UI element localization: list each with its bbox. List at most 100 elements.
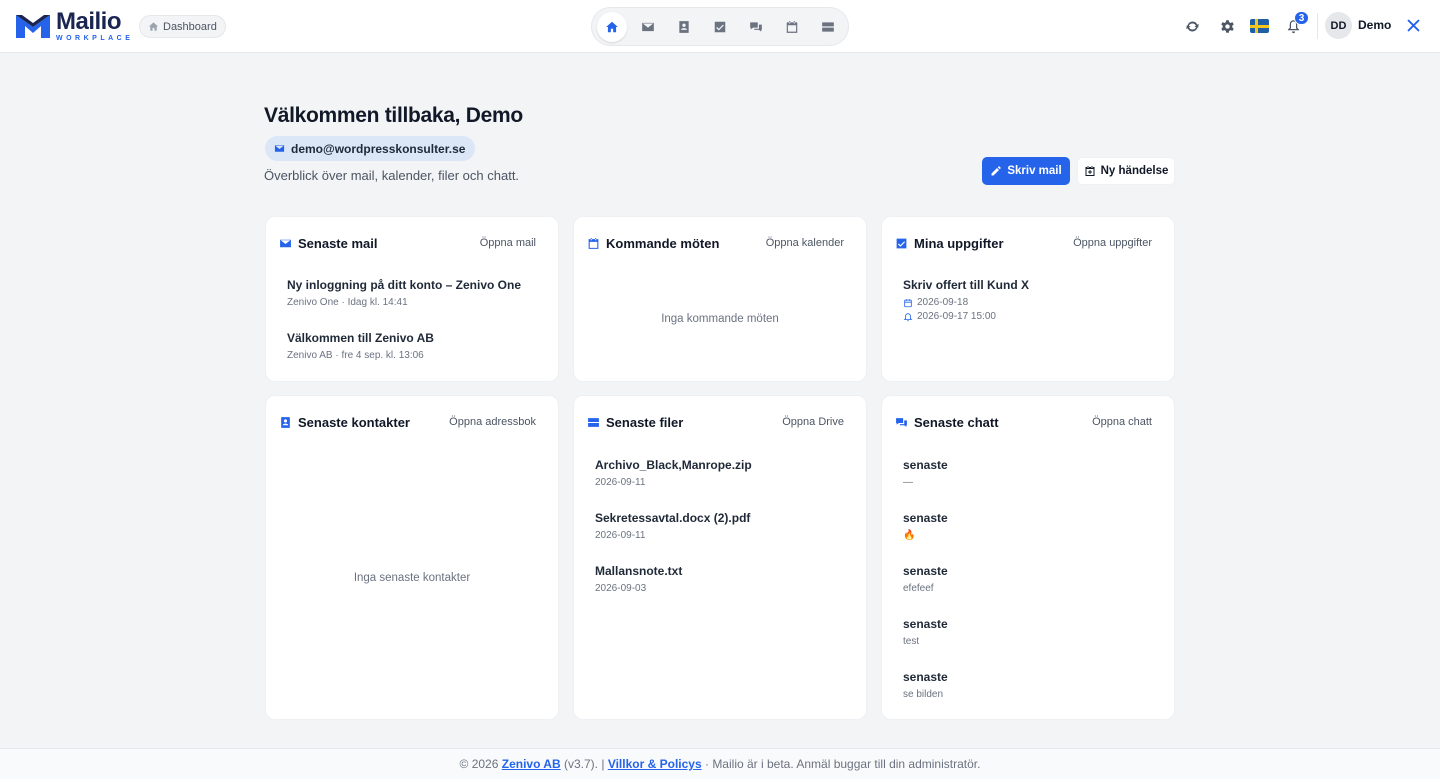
- card-title: Senaste chatt: [895, 415, 999, 430]
- swedish-flag-icon[interactable]: [1250, 19, 1269, 33]
- file-item[interactable]: Sekretessavtal.docx (2).pdf 2026-09-11: [595, 511, 750, 541]
- avatar[interactable]: DD: [1325, 12, 1352, 39]
- chat-item[interactable]: senaste 🔥: [903, 511, 948, 541]
- new-event-button[interactable]: Ny händelse: [1077, 157, 1175, 185]
- refresh-button[interactable]: [1182, 16, 1202, 36]
- nav-chat[interactable]: [741, 12, 771, 42]
- chat-item[interactable]: senaste test: [903, 617, 948, 647]
- chat-icon: [750, 22, 762, 32]
- nav-mail[interactable]: [633, 12, 663, 42]
- open-chat-link[interactable]: Öppna chatt: [1092, 416, 1152, 428]
- footer-company-link[interactable]: Zenivo AB: [502, 757, 561, 771]
- item-meta: Zenivo AB · fre 4 sep. kl. 13:06: [287, 350, 424, 361]
- list-item[interactable]: Ny inloggning på ditt konto – Zenivo One…: [287, 278, 521, 308]
- chat-name: senaste: [903, 511, 948, 525]
- nav-calendar[interactable]: [777, 12, 807, 42]
- file-item[interactable]: Archivo_Black,Manrope.zip 2026-09-11: [595, 458, 752, 488]
- card-title-text: Kommande möten: [606, 236, 720, 251]
- task-reminder: 2026-09-17 15:00: [903, 311, 1029, 322]
- task-due-date: 2026-09-18: [903, 297, 1029, 308]
- empty-state: Inga senaste kontakter: [353, 572, 471, 584]
- logo-name: Mailio: [56, 8, 122, 35]
- chat-name: senaste: [903, 617, 948, 631]
- card-my-tasks: Mina uppgifter Öppna uppgifter Skriv off…: [881, 216, 1175, 382]
- item-title: Välkommen till Zenivo AB: [287, 331, 434, 345]
- card-title-text: Senaste filer: [606, 415, 684, 430]
- nav-contacts[interactable]: [669, 12, 699, 42]
- card-title-text: Senaste kontakter: [298, 415, 410, 430]
- contacts-icon: [281, 417, 290, 428]
- card-title: Senaste mail: [279, 236, 378, 251]
- footer: © 2026 Zenivo AB (v3.7). | Villkor & Pol…: [0, 748, 1440, 779]
- file-date: 2026-09-11: [595, 530, 646, 541]
- item-title: Ny inloggning på ditt konto – Zenivo One: [287, 278, 521, 292]
- calendar-plus-icon: [1085, 166, 1095, 176]
- mailio-logo[interactable]: Mailio WORKPLACE: [14, 10, 133, 42]
- nav-drive[interactable]: [813, 12, 843, 42]
- chat-item[interactable]: senaste se bilden: [903, 670, 948, 700]
- nav-tasks[interactable]: [705, 12, 735, 42]
- chat-item[interactable]: senaste efefeef: [903, 564, 948, 594]
- new-event-label: Ny händelse: [1100, 165, 1169, 177]
- tasks-icon: [714, 21, 726, 33]
- mail-icon: [274, 145, 285, 152]
- card-title: Kommande möten: [587, 236, 719, 251]
- contacts-icon: [679, 21, 689, 33]
- file-name: Archivo_Black,Manrope.zip: [595, 458, 752, 472]
- footer-beta-note: · Mailio är i beta. Anmäl buggar till di…: [704, 757, 981, 771]
- file-item[interactable]: Mallansnote.txt 2026-09-03: [595, 564, 682, 594]
- chat-item[interactable]: senaste —: [903, 458, 948, 488]
- file-name: Mallansnote.txt: [595, 564, 683, 578]
- checkbox-icon: [896, 238, 907, 249]
- card-title-text: Senaste chatt: [914, 415, 999, 430]
- task-item[interactable]: Skriv offert till Kund X 2026-09-18 2026…: [903, 278, 1029, 322]
- chat-name: senaste: [903, 458, 948, 472]
- item-meta: Zenivo One · Idag kl. 14:41: [287, 297, 408, 308]
- footer-version: (v3.7). |: [564, 757, 605, 771]
- account-email-text: demo@wordpresskonsulter.se: [291, 141, 466, 156]
- card-upcoming-meetings: Kommande möten Öppna kalender Inga komma…: [573, 216, 867, 382]
- nav-home[interactable]: [597, 12, 627, 42]
- file-name: Sekretessavtal.docx (2).pdf: [595, 511, 751, 525]
- calendar-icon: [786, 21, 798, 33]
- page-subtitle: Överblick över mail, kalender, filer och…: [264, 168, 520, 183]
- home-icon: [606, 21, 618, 33]
- calendar-icon: [588, 238, 599, 249]
- calendar-icon: [904, 298, 912, 307]
- card-recent-files: Senaste filer Öppna Drive Archivo_Black,…: [573, 395, 867, 720]
- open-calendar-link[interactable]: Öppna kalender: [766, 237, 844, 249]
- user-name[interactable]: Demo: [1358, 18, 1391, 32]
- open-tasks-link[interactable]: Öppna uppgifter: [1073, 237, 1152, 249]
- card-title-text: Senaste mail: [298, 236, 378, 251]
- card-recent-contacts: Senaste kontakter Öppna adressbok Inga s…: [265, 395, 559, 720]
- gear-icon: [1220, 19, 1234, 33]
- chat-name: senaste: [903, 670, 948, 684]
- task-reminder-text: 2026-09-17 15:00: [917, 311, 996, 322]
- bell-icon: [903, 312, 913, 321]
- card-title: Mina uppgifter: [895, 236, 1004, 251]
- footer-copyright: © 2026: [459, 757, 499, 771]
- chat-icon: [896, 418, 907, 427]
- mail-icon: [280, 239, 291, 248]
- drive-icon: [588, 418, 599, 427]
- close-icon[interactable]: [1405, 17, 1422, 34]
- footer-terms-link[interactable]: Villkor & Policys: [608, 757, 702, 771]
- card-title: Senaste filer: [587, 415, 683, 430]
- compose-mail-button[interactable]: Skriv mail: [982, 157, 1070, 185]
- open-mail-link[interactable]: Öppna mail: [480, 237, 536, 249]
- chat-preview: se bilden: [903, 689, 944, 700]
- chat-preview: efefeef: [903, 583, 934, 594]
- chat-preview: —: [903, 477, 913, 488]
- compose-mail-label: Skriv mail: [1007, 165, 1062, 177]
- top-bar: Mailio WORKPLACE Dashboard 3 DD Demo: [0, 0, 1440, 53]
- settings-button[interactable]: [1217, 16, 1237, 36]
- mail-icon: [642, 22, 654, 32]
- card-title-text: Mina uppgifter: [914, 236, 1004, 251]
- breadcrumb-dashboard[interactable]: Dashboard: [139, 15, 226, 38]
- page-title: Välkommen tillbaka, Demo: [264, 104, 523, 127]
- card-title: Senaste kontakter: [279, 415, 410, 430]
- open-drive-link[interactable]: Öppna Drive: [782, 416, 844, 428]
- app-switcher: [591, 7, 849, 46]
- open-addressbook-link[interactable]: Öppna adressbok: [449, 416, 536, 428]
- list-item[interactable]: Välkommen till Zenivo AB Zenivo AB · fre…: [287, 331, 434, 361]
